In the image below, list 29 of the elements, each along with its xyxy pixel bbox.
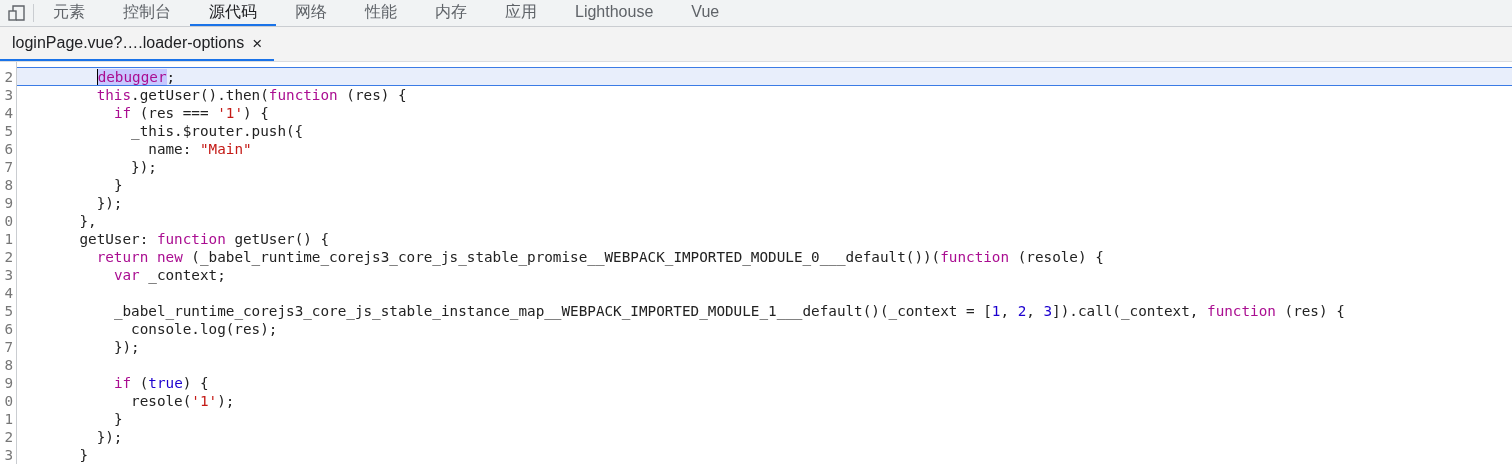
code-line: _babel_runtime_corejs3_core_js_stable_instance_map__WEBPACK_IMPORTED_MODULE_1___default()(_context = [1, 2, 3]).call(_context, function (res) { [112, 302, 1346, 320]
code-line: }); [95, 428, 124, 446]
code-line: var _context; [112, 266, 227, 284]
file-tab-label: loginPage.vue?….loader-options [12, 33, 245, 53]
code-line: resole('1'); [130, 392, 236, 410]
panel-tab[interactable]: 内存 [416, 0, 486, 26]
code-line: if (res === '1') { [112, 104, 270, 122]
code-line: _this.$router.push({ [130, 122, 305, 140]
close-icon[interactable]: × [252, 34, 263, 52]
panel-tab[interactable]: Vue [672, 0, 739, 26]
panel-tab[interactable]: 元素 [34, 0, 104, 26]
code-line: } [112, 176, 124, 194]
code-line: }); [130, 158, 158, 176]
panel-tab[interactable]: 性能 [346, 0, 416, 26]
panel-tab[interactable]: 网络 [276, 0, 346, 26]
code-line: return new (_babel_runtime_corejs3_core_js_stable_promise__WEBPACK_IMPORTED_MODULE_0___default())(function (resole) { [95, 248, 1105, 266]
code-line: } [78, 446, 90, 464]
panel-tab[interactable]: 应用 [486, 0, 556, 26]
panel-tab[interactable]: Lighthouse [556, 0, 673, 26]
code-line: }); [112, 338, 141, 356]
code-line: }); [95, 194, 124, 212]
code-line: console.log(res); [130, 320, 279, 338]
panel-tab[interactable]: 控制台 [104, 0, 190, 26]
code-line: getUser: function getUser() { [78, 230, 331, 248]
code-line: this.getUser().then(function (res) { [95, 86, 408, 104]
code-line: name: "Main" [147, 140, 253, 158]
code-line: if (true) { [112, 374, 210, 392]
code-line: }, [78, 212, 98, 230]
code-line: } [112, 410, 124, 428]
